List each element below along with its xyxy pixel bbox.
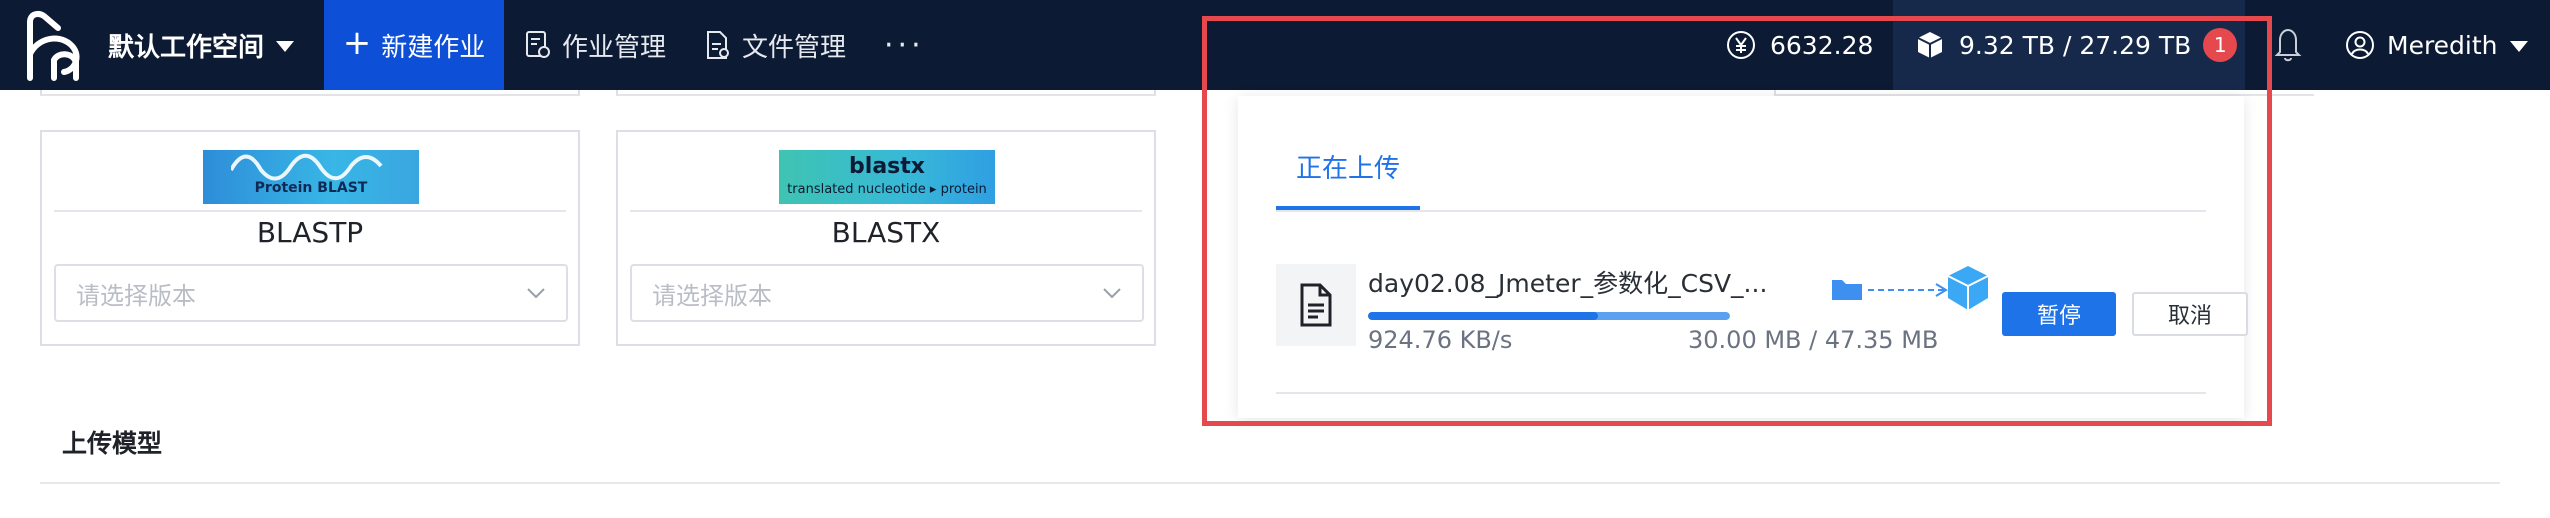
more-label: ··· — [884, 27, 925, 63]
upload-progress-panel: 正在上传 day02.08_Jmeter_参数化_CSV_... 924.76 … — [1238, 96, 2248, 418]
bell-icon[interactable] — [2268, 22, 2308, 66]
tab-underline — [1276, 210, 2206, 212]
workspace-name: 默认工作空间 — [108, 32, 265, 63]
pause-upload-button[interactable]: 暂停 — [2002, 292, 2116, 336]
chevron-down-icon — [1103, 288, 1121, 299]
balance-value: 6632.28 — [1770, 30, 1874, 60]
upload-progress-bar — [1368, 312, 1730, 320]
tab-uploading-label: 正在上传 — [1295, 154, 1400, 184]
more-menu-button[interactable]: ··· — [884, 0, 925, 90]
storage-value: 9.32 TB / 27.29 TB — [1959, 30, 2192, 60]
protein-helix-icon — [231, 153, 383, 181]
blastp-banner-title: Protein BLAST — [254, 180, 368, 196]
tab-uploading[interactable]: 正在上传 — [1276, 148, 1420, 210]
section-divider — [40, 482, 2500, 484]
nav-file-management[interactable]: 文件管理 — [704, 0, 846, 90]
section-title-upload-model: 上传模型 — [62, 429, 163, 458]
nav-file-management-label: 文件管理 — [742, 32, 847, 63]
version-select[interactable]: 请选择版本 — [630, 264, 1144, 322]
blastx-banner-image: blastx translated nucleotide ▸ protein — [779, 150, 995, 204]
upload-size: 30.00 MB / 47.35 MB — [1688, 326, 1939, 354]
cube-icon — [1917, 32, 1943, 58]
tool-name: BLASTP — [256, 216, 364, 249]
card-divider — [54, 210, 566, 212]
file-management-icon — [707, 31, 729, 59]
upload-count-badge: 1 — [2203, 28, 2238, 62]
version-select-placeholder: 请选择版本 — [76, 281, 196, 310]
tool-name: BLASTX — [831, 216, 941, 249]
document-icon — [1300, 283, 1332, 327]
new-job-label: 新建作业 — [381, 32, 486, 63]
storage-usage-button[interactable]: 9.32 TB / 27.29 TB 1 — [1893, 0, 2245, 90]
caret-down-icon — [2509, 40, 2528, 52]
upload-file-name: day02.08_Jmeter_参数化_CSV_... — [1368, 269, 1768, 298]
top-navigation-bar: 默认工作空间 + 新建作业 作业管理 文件管理 ··· 6632.28 9.32… — [0, 0, 2550, 90]
nav-job-management-label: 作业管理 — [562, 32, 667, 63]
chevron-down-icon — [527, 288, 545, 299]
job-management-icon — [526, 31, 550, 58]
workspace-selector[interactable]: 默认工作空间 — [108, 0, 295, 90]
cancel-upload-button[interactable]: 取消 — [2132, 292, 2248, 336]
blastp-banner-image: Protein BLAST — [203, 150, 419, 204]
file-thumbnail — [1276, 264, 1356, 346]
version-select-placeholder: 请选择版本 — [652, 281, 772, 310]
new-job-button[interactable]: + 新建作业 — [324, 0, 504, 90]
blastx-banner-subtitle: translated nucleotide ▸ protein — [787, 181, 987, 197]
card-divider — [630, 210, 1142, 212]
user-name: Meredith — [2387, 30, 2498, 60]
plus-icon: + — [342, 23, 372, 63]
upload-file-row: day02.08_Jmeter_参数化_CSV_... 924.76 KB/s … — [1276, 264, 2248, 354]
upload-progress-fill — [1368, 312, 1598, 320]
version-select[interactable]: 请选择版本 — [54, 264, 568, 322]
account-balance[interactable]: 6632.28 — [1726, 0, 1873, 90]
user-menu[interactable]: Meredith — [2345, 0, 2528, 90]
tool-card-blastx[interactable]: blastx translated nucleotide ▸ protein B… — [616, 130, 1156, 346]
user-avatar-icon — [2346, 31, 2374, 59]
transfer-to-cloud-icon — [1832, 266, 1989, 310]
partial-card — [616, 90, 1156, 96]
blastx-banner-title: blastx — [849, 153, 925, 179]
app-logo-icon[interactable] — [24, 8, 94, 82]
upload-speed: 924.76 KB/s — [1368, 326, 1513, 354]
partial-card — [40, 90, 580, 96]
tool-card-blastp[interactable]: Protein BLAST BLASTP 请选择版本 — [40, 130, 580, 346]
panel-divider — [1276, 392, 2206, 394]
yen-icon — [1727, 31, 1755, 59]
nav-job-management[interactable]: 作业管理 — [524, 0, 666, 90]
caret-down-icon — [276, 40, 295, 52]
